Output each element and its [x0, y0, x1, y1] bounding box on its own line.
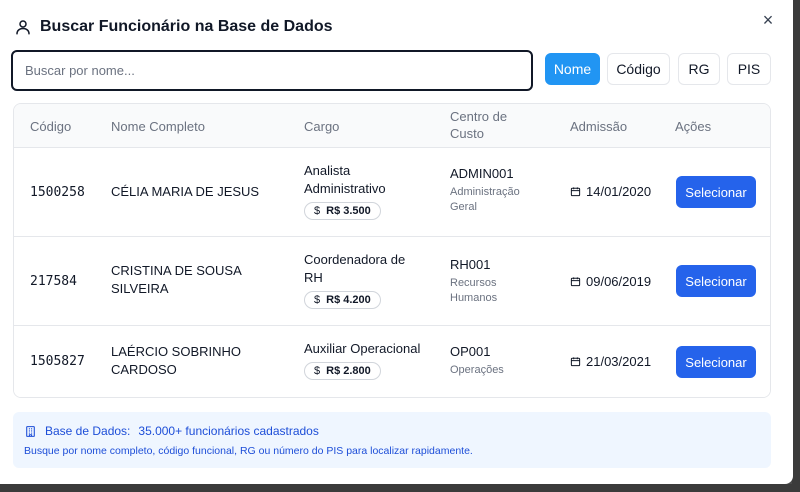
header-nome: Nome Completo — [111, 119, 205, 134]
dollar-icon: $ — [314, 294, 321, 306]
header-acoes: Ações — [675, 119, 712, 134]
table-header: Código Nome Completo Cargo Centro de Cus… — [14, 104, 770, 148]
employee-role: Auxiliar Operacional — [304, 341, 421, 356]
admission-date-value: 21/03/2021 — [586, 354, 652, 369]
employee-role-cell: Coordenadora de RH $ R$ 4.200 — [304, 251, 414, 309]
cost-center-code: RH001 — [450, 257, 491, 272]
employee-name: CÉLIA MARIA DE JESUS — [111, 184, 260, 199]
search-input[interactable] — [11, 50, 533, 91]
admission-date: 14/01/2020 — [570, 184, 651, 199]
database-info-box: Base de Dados: 35.000+ funcionários cada… — [13, 412, 771, 468]
admission-date: 21/03/2021 — [570, 354, 651, 369]
cost-center-desc: Operações — [450, 364, 504, 376]
dollar-icon: $ — [314, 365, 321, 377]
dialog-header: Buscar Funcionário na Base de Dados — [14, 18, 333, 36]
employee-code: 217584 — [30, 274, 77, 289]
header-centro-custo: Centro de Custo — [450, 109, 508, 141]
employee-role: Analista Administrativo — [304, 163, 386, 196]
close-icon[interactable]: × — [759, 11, 777, 29]
calendar-icon — [570, 357, 581, 367]
header-cargo: Cargo — [304, 119, 340, 134]
database-info-line: Base de Dados: 35.000+ funcionários cada… — [24, 424, 319, 438]
salary-badge: $ R$ 4.200 — [304, 291, 381, 309]
cost-center-code: ADMIN001 — [450, 166, 514, 181]
backdrop — [792, 0, 800, 492]
table-row: 1500258 CÉLIA MARIA DE JESUS Analista Ad… — [14, 148, 770, 237]
employee-name: CRISTINA DE SOUSA SILVEIRA — [111, 263, 242, 296]
salary-value: R$ 3.500 — [326, 205, 371, 217]
search-mode-rg-button[interactable]: RG — [678, 53, 720, 85]
employee-role: Coordenadora de RH — [304, 252, 406, 285]
cost-center-desc: Administração Geral — [450, 186, 520, 213]
dialog-title: Buscar Funcionário na Base de Dados — [40, 18, 333, 35]
table-row: 217584 CRISTINA DE SOUSA SILVEIRA Coorde… — [14, 237, 770, 326]
select-employee-button[interactable]: Selecionar — [676, 346, 756, 378]
employee-role-cell: Analista Administrativo $ R$ 3.500 — [304, 162, 424, 220]
cost-center-code: OP001 — [450, 344, 491, 359]
header-admissao: Admissão — [570, 119, 628, 134]
cost-center-cell: ADMIN001 Administração Geral — [450, 166, 540, 215]
dollar-icon: $ — [314, 205, 321, 217]
select-employee-button[interactable]: Selecionar — [676, 176, 756, 208]
admission-date-value: 14/01/2020 — [586, 184, 652, 199]
search-row: Nome Código RG PIS — [11, 50, 773, 91]
employee-code: 1505827 — [30, 354, 85, 369]
employee-role-cell: Auxiliar Operacional $ R$ 2.800 — [304, 340, 434, 380]
building-icon — [26, 425, 35, 437]
backdrop-bottom — [0, 484, 800, 492]
admission-date: 09/06/2019 — [570, 274, 651, 289]
employee-name: LAÉRCIO SOBRINHO CARDOSO — [111, 344, 242, 377]
employee-table: Código Nome Completo Cargo Centro de Cus… — [13, 103, 771, 398]
calendar-icon — [570, 277, 581, 287]
search-mode-codigo-button[interactable]: Código — [607, 53, 670, 85]
admission-date-value: 09/06/2019 — [586, 274, 652, 289]
database-label: Base de Dados: — [45, 424, 131, 438]
salary-value: R$ 2.800 — [326, 365, 371, 377]
cost-center-cell: RH001 Recursos Humanos — [450, 257, 520, 306]
employee-code: 1500258 — [30, 185, 85, 200]
employee-search-dialog: Buscar Funcionário na Base de Dados × No… — [0, 0, 793, 484]
salary-value: R$ 4.200 — [326, 294, 371, 306]
user-icon — [16, 20, 30, 35]
salary-badge: $ R$ 2.800 — [304, 362, 381, 380]
cost-center-cell: OP001 Operações — [450, 344, 540, 378]
table-row: 1505827 LAÉRCIO SOBRINHO CARDOSO Auxilia… — [14, 326, 770, 397]
select-employee-button[interactable]: Selecionar — [676, 265, 756, 297]
search-mode-pis-button[interactable]: PIS — [727, 53, 771, 85]
search-mode-nome-button[interactable]: Nome — [545, 53, 600, 85]
header-codigo: Código — [30, 119, 72, 134]
cost-center-desc: Recursos Humanos — [450, 277, 498, 304]
database-count: 35.000+ funcionários cadastrados — [138, 424, 319, 438]
database-hint: Busque por nome completo, código funcion… — [24, 445, 473, 457]
calendar-icon — [570, 187, 581, 197]
salary-badge: $ R$ 3.500 — [304, 202, 381, 220]
